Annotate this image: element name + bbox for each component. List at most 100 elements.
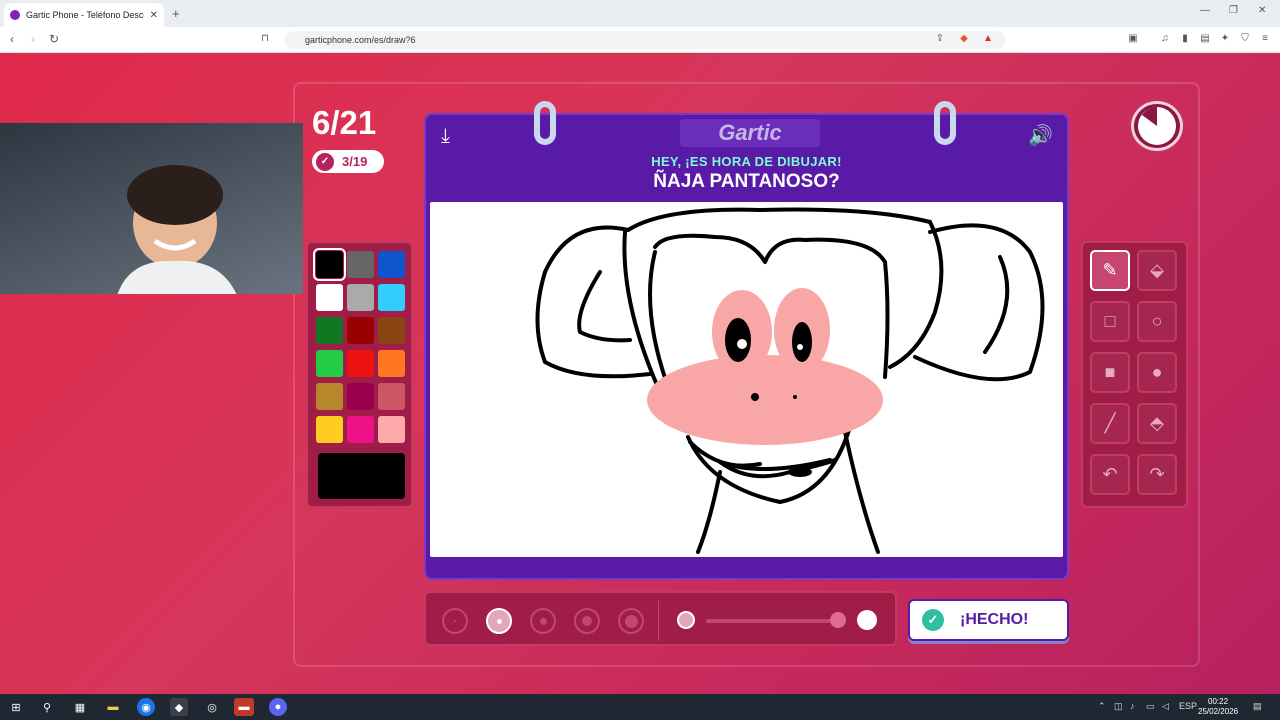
opacity-max-icon xyxy=(857,610,877,630)
check-icon: ✓ xyxy=(316,152,334,171)
board-ring-left xyxy=(534,101,556,145)
music-icon[interactable]: ♫ xyxy=(1159,33,1171,45)
menu-icon[interactable]: ≡ xyxy=(1259,33,1271,45)
browser-tab[interactable]: Gartic Phone - Teléfono Descon ✕ xyxy=(4,3,164,27)
wallet-icon[interactable]: ▤ xyxy=(1199,33,1211,45)
volume-icon[interactable]: 🔊 xyxy=(1028,123,1053,148)
opacity-slider[interactable] xyxy=(706,619,836,623)
download-icon[interactable]: ⤓ xyxy=(441,125,450,148)
brush-size-4[interactable] xyxy=(574,608,600,634)
line-icon[interactable]: ╱ xyxy=(1090,403,1130,444)
file-explorer-icon[interactable]: ▬ xyxy=(104,698,122,716)
sidebar-icon[interactable]: ▮ xyxy=(1179,33,1191,45)
vpn-icon[interactable]: ⛉ xyxy=(1239,33,1251,45)
brush-size-5[interactable] xyxy=(618,608,644,634)
new-tab-icon[interactable]: + xyxy=(172,6,180,21)
color-swatch[interactable] xyxy=(378,416,405,443)
draw-prompt: ÑAJA PANTANOSO? xyxy=(653,171,840,192)
url-field[interactable]: garticphone.com/es/draw?6 xyxy=(285,31,1005,49)
color-swatch[interactable] xyxy=(316,383,343,410)
board-ring-right xyxy=(934,101,956,145)
brave-icon[interactable]: ◆ xyxy=(170,698,188,716)
pencil-icon[interactable]: ✎ xyxy=(1090,250,1130,291)
rect-filled-icon[interactable]: ■ xyxy=(1090,352,1130,393)
rect-outline-icon[interactable]: □ xyxy=(1090,301,1130,342)
color-swatch[interactable] xyxy=(316,416,343,443)
notification-icon[interactable]: ▤ xyxy=(1253,701,1262,712)
color-swatch[interactable] xyxy=(347,284,374,311)
tool-panel: ✎ ⬙ □ ○ ■ ● ╱ ⬘ ↶ ↷ xyxy=(1081,241,1188,508)
restore-icon[interactable]: ❐ xyxy=(1229,5,1238,16)
color-swatch[interactable] xyxy=(378,383,405,410)
redo-icon[interactable]: ↷ xyxy=(1137,454,1177,495)
bookmark-icon[interactable]: ⊓ xyxy=(259,33,271,45)
color-swatch[interactable] xyxy=(347,350,374,377)
opacity-slider-handle[interactable] xyxy=(830,612,846,628)
forward-icon[interactable]: › xyxy=(31,32,35,46)
reload-icon[interactable]: ↻ xyxy=(49,32,59,46)
color-swatch[interactable] xyxy=(347,317,374,344)
drawing xyxy=(535,207,1045,554)
color-swatch[interactable] xyxy=(378,317,405,344)
color-swatch[interactable] xyxy=(347,251,374,278)
brush-size-3[interactable] xyxy=(530,608,556,634)
search-icon[interactable]: ⚲ xyxy=(38,698,56,716)
color-swatch[interactable] xyxy=(316,317,343,344)
chrome-icon[interactable]: ◉ xyxy=(137,698,155,716)
rewards-icon[interactable]: ▲ xyxy=(982,33,994,45)
taskbar-date: 25/02/2026 xyxy=(1198,707,1239,716)
color-swatch[interactable] xyxy=(313,248,346,281)
discord-icon[interactable]: ● xyxy=(269,698,287,716)
color-swatch[interactable] xyxy=(347,383,374,410)
check-icon: ✓ xyxy=(922,609,944,631)
circle-filled-icon[interactable]: ● xyxy=(1137,352,1177,393)
eraser-icon[interactable]: ⬙ xyxy=(1137,250,1177,291)
brush-size-2[interactable] xyxy=(486,608,512,634)
brush-size-1[interactable] xyxy=(442,608,468,634)
close-window-icon[interactable]: ✕ xyxy=(1258,5,1266,16)
undo-icon[interactable]: ↶ xyxy=(1090,454,1130,495)
mic-icon[interactable]: ♪ xyxy=(1130,701,1135,711)
color-swatch[interactable] xyxy=(316,350,343,377)
drawing-board: Gartic ⤓ 🔊 HEY, ¡ES HORA DE DIBUJAR! ÑAJ… xyxy=(424,101,1069,580)
minimize-icon[interactable]: — xyxy=(1200,5,1210,16)
divider xyxy=(658,601,659,641)
taskbar-time: 00:22 xyxy=(1208,697,1229,706)
round-counter: 6/21 xyxy=(312,104,377,141)
taskbar-clock[interactable]: 00:22 25/02/2026 xyxy=(1198,697,1238,717)
close-tab-icon[interactable]: ✕ xyxy=(150,10,158,21)
language-indicator[interactable]: ESP xyxy=(1179,701,1197,711)
gartic-favicon-icon xyxy=(10,10,20,20)
browser-tab-strip: Gartic Phone - Teléfono Descon ✕ + — ❐ ✕ xyxy=(0,0,1280,27)
circle-outline-icon[interactable]: ○ xyxy=(1137,301,1177,342)
fill-bucket-icon[interactable]: ⬘ xyxy=(1137,403,1177,444)
windows-start-icon[interactable]: ⊞ xyxy=(7,698,25,716)
color-swatch[interactable] xyxy=(378,284,405,311)
done-button[interactable]: ✓ ¡HECHO! xyxy=(908,599,1069,641)
color-swatch[interactable] xyxy=(378,251,405,278)
color-swatch[interactable] xyxy=(378,350,405,377)
color-swatch[interactable] xyxy=(347,416,374,443)
tab-title: Gartic Phone - Teléfono Descon xyxy=(26,10,144,20)
tray-app-icon[interactable]: ◫ xyxy=(1114,701,1123,712)
players-done-count: 3/19 xyxy=(342,154,368,169)
back-icon[interactable]: ‹ xyxy=(10,32,14,46)
task-view-icon[interactable]: ▦ xyxy=(71,698,89,716)
network-icon[interactable]: ▭ xyxy=(1146,701,1155,712)
app-icon[interactable]: ▬ xyxy=(234,698,254,716)
url-text: garticphone.com/es/draw?6 xyxy=(305,35,416,45)
tray-chevron-icon[interactable]: ⌃ xyxy=(1098,701,1106,712)
reader-icon[interactable]: ▣ xyxy=(1127,33,1139,45)
address-bar: ‹ › ↻ ⊓ garticphone.com/es/draw?6 ⇪ ◆ ▲ … xyxy=(0,27,1280,53)
leo-icon[interactable]: ✦ xyxy=(1219,33,1231,45)
speaker-icon[interactable]: ◁ xyxy=(1162,701,1169,712)
color-palette xyxy=(306,241,413,508)
color-swatch[interactable] xyxy=(316,284,343,311)
streamer-image xyxy=(117,165,237,294)
share-icon[interactable]: ⇪ xyxy=(934,33,946,45)
done-label: ¡HECHO! xyxy=(960,611,1029,628)
obs-icon[interactable]: ◎ xyxy=(203,698,221,716)
brave-shield-icon[interactable]: ◆ xyxy=(958,33,970,45)
drawing-canvas[interactable] xyxy=(430,202,1063,557)
players-done-badge: ✓ 3/19 xyxy=(312,150,384,173)
